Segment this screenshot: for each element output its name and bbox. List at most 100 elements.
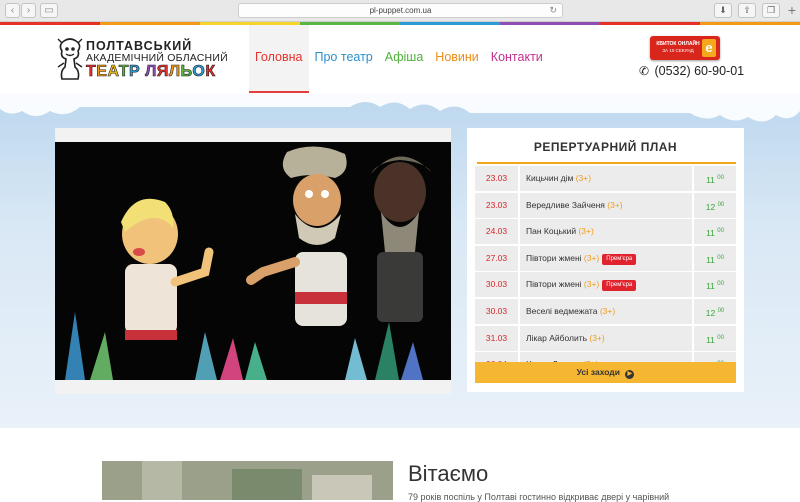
logo-letter: Л [145, 63, 157, 81]
new-tab-icon[interactable]: + [788, 2, 796, 18]
logo-letter: К [205, 63, 216, 81]
event-time: 11 00 [694, 166, 736, 191]
repertoire-row[interactable]: 30.03 Півтори жмені (3+) Прем'єра 11 00 [475, 272, 736, 298]
event-date: 27.03 [475, 245, 518, 271]
event-name-cell[interactable]: Лікар Айболить (3+) [520, 325, 692, 351]
all-events-button[interactable]: Усі заходи ▶ [475, 362, 736, 383]
logo-letter: О [192, 63, 206, 81]
back-button[interactable]: ‹ [5, 3, 20, 18]
event-age: (3+) [589, 332, 605, 343]
event-name-cell[interactable]: Веселі ведмежата (3+) [520, 298, 692, 324]
logo-line1: ПОЛТАВСЬКИЙ [86, 39, 193, 53]
all-events-label: Усі заходи [576, 367, 620, 377]
browser-toolbar: ‹ › ▭ pl-puppet.com.ua ↻ ⬇ ⇪ ❐ + [0, 0, 800, 22]
event-age: (3+) [575, 173, 592, 183]
event-name-cell[interactable]: Півтори жмені (3+) Прем'єра [520, 272, 692, 298]
repertoire-row[interactable]: 23.03 Кицьчин дім (3+) 11 00 [475, 166, 736, 191]
event-minute: 00 [717, 175, 724, 181]
ticket-line2: ЗА 10 СЕКУНД [662, 48, 694, 53]
menu-item[interactable]: Контакти [485, 25, 549, 93]
event-date: 31.03 [475, 325, 518, 351]
event-hour: 11 [706, 281, 718, 292]
event-hour: 12 [705, 201, 718, 212]
logo-line3: ТЕАТР ЛЯЛЬОК [86, 63, 216, 81]
theatre-logo[interactable]: ПОЛТАВСЬКИЙ АКАДЕМІЧНИЙ ОБЛАСНИЙ ТЕАТР Л… [56, 35, 228, 83]
repertoire-panel: РЕПЕРТУАРНИЙ ПЛАН 23.03 Кицьчин дім (3+) 1… [467, 128, 744, 392]
repertoire-row[interactable]: 23.03 Вередливе Зайченя (3+) 12 00 [475, 192, 736, 218]
logo-letter: Ь [180, 63, 193, 81]
welcome-section: Вітаємо 79 років поспіль у Полтаві гости… [0, 428, 800, 502]
menu-item[interactable]: Новини [429, 25, 485, 93]
event-name-cell[interactable]: Вередливе Зайченя (3+) [520, 192, 692, 218]
repertoire-row[interactable]: 27.03 Півтори жмені (3+) Прем'єра 11 00 [475, 245, 736, 271]
menu-item[interactable]: Афіша [379, 25, 430, 93]
share-icon[interactable]: ⇪ [738, 3, 756, 18]
reload-icon[interactable]: ↻ [549, 4, 557, 17]
event-time: 11 00 [694, 272, 736, 298]
event-time: 12 00 [694, 298, 736, 324]
logo-letter: Е [96, 63, 108, 81]
logo-letter: Т [118, 63, 129, 81]
event-name-cell[interactable]: Кицьчин дім (3+) [520, 166, 692, 191]
main-menu: Головна Про театр Афіша Новини Контакти [249, 25, 549, 93]
repertoire-list: 23.03 Кицьчин дім (3+) 11 00 23.03 Вередливе… [475, 166, 736, 379]
welcome-text: 79 років поспіль у Полтаві гостинно відк… [408, 492, 670, 502]
event-name-cell[interactable]: Півтори жмені (3+) Прем'єра [520, 245, 692, 271]
event-date: 30.03 [475, 272, 518, 298]
ticket-line1: КВИТОК ОНЛАЙН [656, 41, 700, 47]
event-name-cell[interactable]: Пан Коцький (3+) [520, 219, 692, 245]
repertoire-title: РЕПЕРТУАРНИЙ ПЛАН [533, 140, 678, 154]
repertoire-row[interactable]: 30.03 Веселі ведмежата (3+) 12 00 [475, 298, 736, 324]
download-icon[interactable]: ⬇ [714, 3, 732, 18]
event-name: Лікар Айболить [526, 332, 590, 343]
event-age: (3+) [599, 305, 616, 316]
logo-letter: Л [168, 63, 181, 81]
event-name: Пан Коцький [526, 226, 579, 237]
event-time: 11 00 [694, 219, 736, 245]
menu-item[interactable]: Головна [249, 25, 309, 93]
event-hour: 11 [706, 228, 718, 239]
sidebar-icon[interactable]: ▭ [40, 3, 58, 18]
tabs-icon[interactable]: ❐ [762, 3, 780, 18]
hero-image [55, 128, 451, 394]
event-hour: 11 [706, 254, 718, 265]
logo-letter: Р [129, 63, 141, 81]
phone-number[interactable]: ✆ (0532) 60-90-01 [639, 64, 744, 78]
event-time: 11 00 [694, 325, 736, 351]
theatre-photo [102, 461, 393, 500]
ticket-e-icon: e [702, 39, 716, 57]
welcome-heading: Вітаємо [408, 461, 489, 486]
clouds-decoration [0, 93, 800, 122]
puppet-scene-image [55, 142, 451, 380]
repertoire-row[interactable]: 31.03 Лікар Айболить (3+) 11 00 [475, 325, 736, 351]
event-minute: 00 [717, 281, 724, 288]
url-text: pl-puppet.com.ua [369, 6, 432, 15]
event-name: Вередливе Зайченя [526, 199, 608, 210]
event-age: (3+) [583, 252, 600, 263]
event-time: 12 00 [694, 192, 736, 218]
event-name: Веселі ведмежата [526, 305, 600, 316]
event-minute: 00 [717, 307, 725, 314]
event-date: 23.03 [475, 166, 518, 191]
logo-letter: А [107, 63, 119, 81]
event-minute: 00 [717, 201, 725, 208]
menu-item[interactable]: Про театр [309, 25, 379, 93]
repertoire-row[interactable]: 24.03 Пан Коцький (3+) 11 00 [475, 219, 736, 245]
event-date: 23.03 [475, 192, 518, 218]
event-age: (3+) [578, 226, 594, 237]
event-minute: 00 [717, 254, 724, 261]
repertoire-divider [477, 162, 736, 164]
event-hour: 11 [706, 334, 718, 345]
premiere-badge: Прем'єра [602, 280, 637, 292]
event-hour: 12 [705, 307, 718, 318]
event-date: 30.03 [475, 298, 518, 324]
forward-button[interactable]: › [21, 3, 36, 18]
address-bar[interactable]: pl-puppet.com.ua ↻ [238, 3, 563, 18]
event-age: (3+) [607, 199, 623, 210]
phone-text: (0532) 60-90-01 [654, 64, 745, 78]
phone-icon: ✆ [639, 64, 650, 78]
arrow-right-icon: ▶ [625, 370, 635, 379]
event-name: Півтори жмені [526, 279, 584, 290]
ticket-online-button[interactable]: КВИТОК ОНЛАЙН ЗА 10 СЕКУНД e [650, 36, 720, 60]
event-hour: 11 [706, 175, 718, 185]
